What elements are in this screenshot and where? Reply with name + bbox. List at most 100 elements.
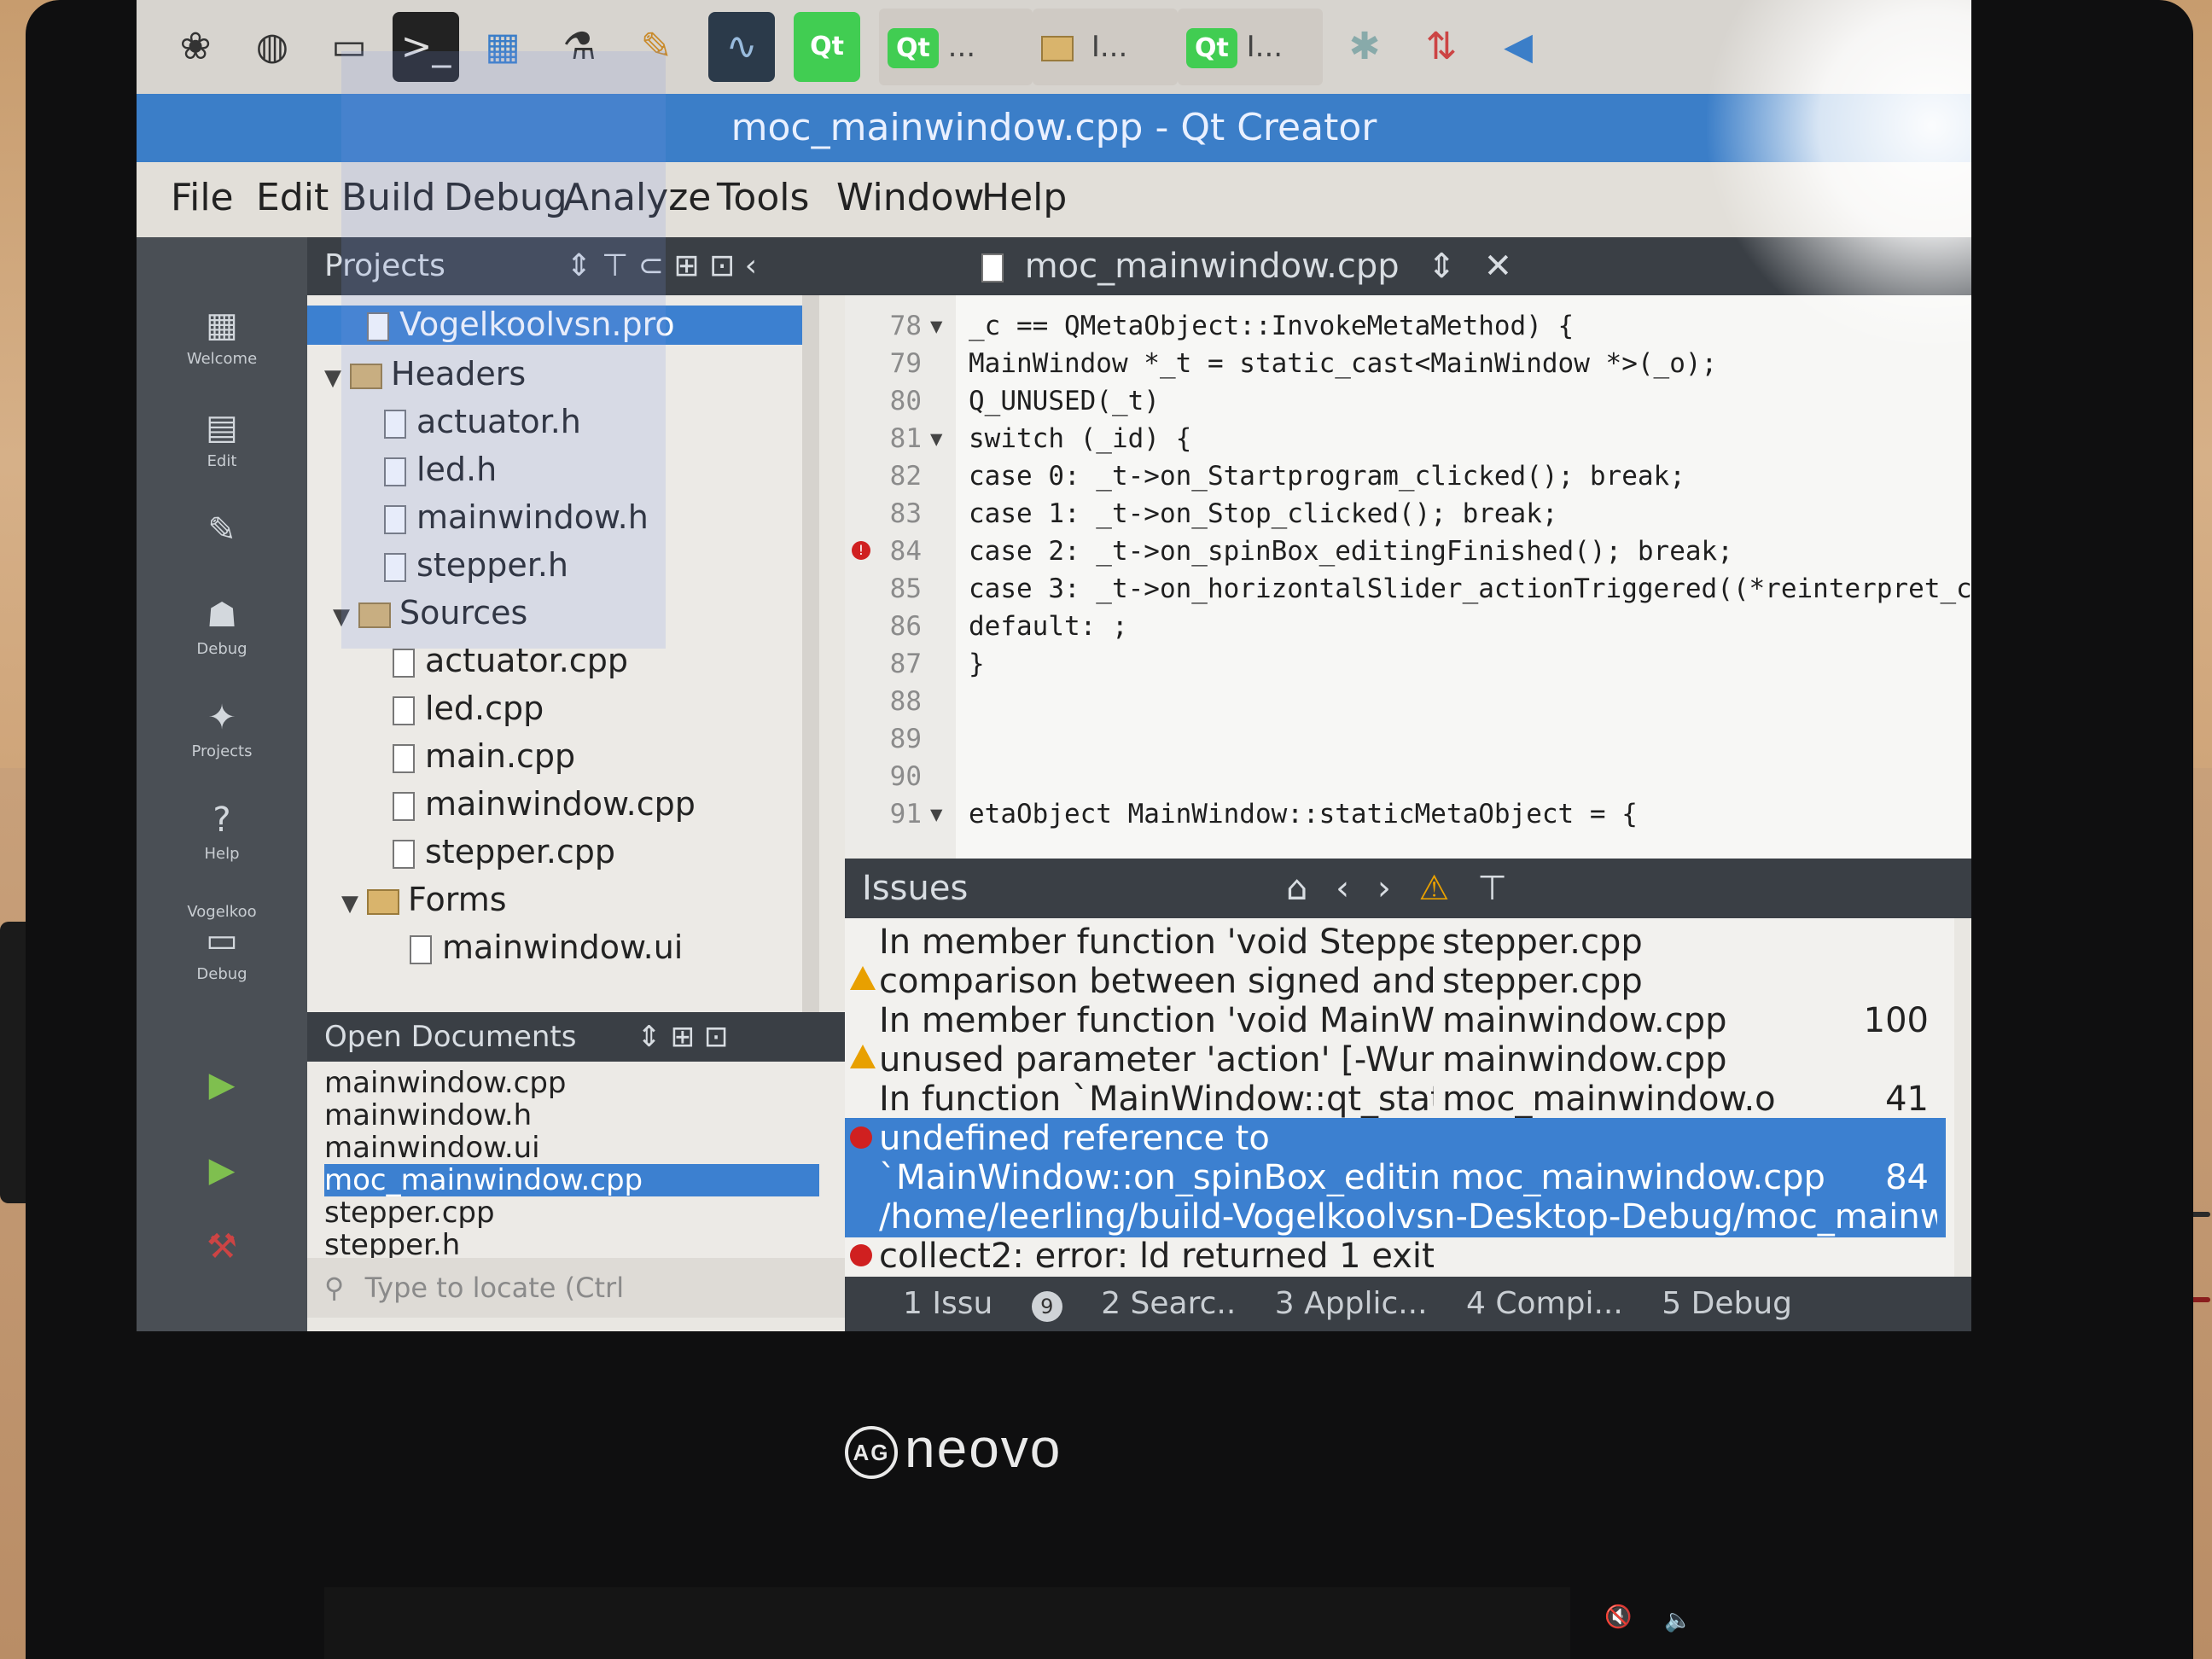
menu-help[interactable]: Help (981, 176, 1067, 219)
menu-debug[interactable]: Debug (444, 176, 568, 219)
code-line[interactable]: 82 case 0: _t->on_Startprogram_clicked();… (845, 457, 1971, 495)
tree-file[interactable]: actuator.cpp (393, 642, 628, 679)
project-root[interactable]: Vogelkoolvsn.pro (307, 306, 802, 345)
menu-edit[interactable]: Edit (256, 176, 329, 219)
tree-file[interactable]: stepper.h (384, 546, 568, 584)
menu-tools[interactable]: Tools (717, 176, 809, 219)
run-button[interactable]: ▶ (171, 1065, 273, 1109)
tree-file[interactable]: stepper.cpp (393, 833, 615, 870)
issue-row[interactable]: `MainWindow::on_spinBox_editingFinished(… (845, 1157, 1946, 1198)
close-icon[interactable]: ✕ (1484, 247, 1513, 286)
code-line[interactable]: ! 84 case 2: _t->on_spinBox_editingFinishe… (845, 533, 1971, 570)
code-line[interactable]: 79 MainWindow *_t = static_cast<MainWindo… (845, 345, 1971, 382)
qt-creator-task[interactable]: Qt ... (879, 9, 1033, 85)
menu-build[interactable]: Build (341, 176, 435, 219)
clean-icon[interactable]: ⌂ (1286, 869, 1307, 908)
open-document[interactable]: mainwindow.h (324, 1099, 819, 1132)
file-manager-icon[interactable]: ▭ (316, 12, 382, 82)
code-line[interactable]: 83 case 1: _t->on_Stop_clicked(); break; (845, 495, 1971, 533)
debug-run-button[interactable]: ▶ (171, 1150, 273, 1195)
bluetooth-icon[interactable]: ✱ (1331, 12, 1398, 82)
open-document-selected[interactable]: moc_mainwindow.cpp (324, 1164, 819, 1196)
qt-task-2[interactable]: Qt I... (1178, 9, 1323, 85)
build-button[interactable]: ⚒ (171, 1227, 273, 1272)
tree-file[interactable]: actuator.h (384, 403, 581, 440)
issue-row[interactable]: In member function 'void MainWindomainwi… (845, 1000, 1946, 1041)
mode-design[interactable]: ✎ (171, 510, 273, 555)
code-line[interactable]: 86 default: ; (845, 608, 1971, 645)
code-line[interactable]: 85 case 3: _t->on_horizontalSlider_action… (845, 570, 1971, 608)
issue-row[interactable]: unused parameter 'action' [-Wunusedmainw… (845, 1039, 1946, 1080)
filter-icon[interactable]: ⇕ ⊤ ⊂ ⊞ ⊡ ‹ (566, 248, 757, 283)
network-icon[interactable]: ⇅ (1408, 12, 1475, 82)
locator-input[interactable]: ⚲ Type to locate (Ctrl (307, 1258, 845, 1318)
code-line[interactable]: 88 (845, 683, 1971, 720)
mode-help[interactable]: ? Help (171, 800, 273, 863)
kit-selector[interactable]: Vogelkoo ▭ Debug (171, 903, 273, 983)
open-document[interactable]: mainwindow.cpp (324, 1067, 819, 1099)
code-line[interactable]: 78 ▼ _c == QMetaObject::InvokeMetaMethod) … (845, 307, 1971, 345)
open-document[interactable]: stepper.cpp (324, 1196, 819, 1229)
chart-tool-icon[interactable]: ∿ (708, 12, 775, 82)
issue-row[interactable]: In member function 'void Stepper::mostep… (845, 922, 1946, 963)
output-tab-compile[interactable]: 4 Compi... (1466, 1286, 1623, 1321)
calculator-icon[interactable]: ▦ (469, 12, 536, 82)
tree-folder-sources[interactable]: ▼ Sources (333, 594, 527, 632)
file-manager-task[interactable]: I... (1033, 9, 1178, 85)
code-line[interactable]: 91 ▼ etaObject MainWindow::staticMetaObjec… (845, 795, 1971, 833)
scrollbar[interactable] (802, 295, 819, 1012)
tree-file[interactable]: led.cpp (393, 690, 544, 727)
issue-row[interactable]: collect2: error: ld returned 1 exit stat… (845, 1236, 1946, 1277)
code-line[interactable]: 89 (845, 720, 1971, 758)
issue-row[interactable]: undefined reference to (845, 1118, 1946, 1159)
fold-icon[interactable]: ▼ (930, 420, 942, 457)
code-line[interactable]: 90 (845, 758, 1971, 795)
tree-file[interactable]: mainwindow.h (384, 498, 649, 536)
output-tab-search[interactable]: 2 Searc.. (1101, 1286, 1236, 1321)
code-line[interactable]: 81 ▼ switch (_id) { (845, 420, 1971, 457)
output-tab-issues[interactable]: 1 Issu 9 (874, 1286, 1062, 1322)
error-marker-icon[interactable]: ! (852, 541, 870, 560)
mode-debug[interactable]: ☗ Debug (171, 596, 273, 658)
code-line[interactable]: 80 Q_UNUSED(_t) (845, 382, 1971, 420)
next-icon[interactable]: › (1377, 869, 1391, 908)
prev-icon[interactable]: ‹ (1336, 869, 1349, 908)
issue-row[interactable]: In function `MainWindow::qt_static_nmoc_… (845, 1079, 1946, 1120)
menu-file[interactable]: File (171, 176, 234, 219)
terminal-icon[interactable]: >_ (393, 12, 459, 82)
browser-icon[interactable]: ◍ (239, 12, 306, 82)
code-line[interactable]: 87} (845, 645, 1971, 683)
open-document[interactable]: mainwindow.ui (324, 1132, 819, 1164)
issue-row[interactable]: /home/leerling/build-Vogelkoolvsn-Deskto… (845, 1196, 1946, 1237)
fold-icon[interactable]: ▼ (930, 795, 942, 833)
filter-icon[interactable]: ⊤ (1477, 869, 1507, 908)
tree-folder-headers[interactable]: ▼ Headers (324, 355, 526, 393)
qt-icon[interactable]: Qt (794, 12, 860, 82)
mode-edit[interactable]: ▤ Edit (171, 408, 273, 470)
menu-window[interactable]: Window (836, 176, 985, 219)
volume-tray-icon[interactable]: ◀ (1485, 12, 1551, 82)
menu-analyze[interactable]: Analyze (563, 176, 711, 219)
warning-filter-icon[interactable]: ⚠ (1419, 869, 1450, 908)
chevron-down-icon[interactable]: ⇕ (1427, 247, 1456, 286)
editor-file-tab[interactable]: moc_mainwindow.cpp (1025, 247, 1400, 286)
tree-folder-forms[interactable]: ▼ Forms (341, 881, 507, 918)
raspberry-menu-icon[interactable]: ❀ (162, 12, 229, 82)
output-tab-debug[interactable]: 5 Debug (1662, 1286, 1792, 1321)
output-tab-application[interactable]: 3 Applic... (1275, 1286, 1428, 1321)
split-icon[interactable]: ⇕ ⊞ ⊡ (637, 1020, 728, 1054)
tree-file[interactable]: led.h (384, 451, 497, 488)
volume-icon[interactable]: 🔈 (1664, 1608, 1693, 1633)
mode-projects[interactable]: ✦ Projects (171, 698, 273, 760)
code-editor[interactable]: 78 ▼ _c == QMetaObject::InvokeMetaMethod) … (845, 295, 1971, 859)
tree-file[interactable]: main.cpp (393, 737, 575, 775)
fold-icon[interactable]: ▼ (930, 307, 942, 345)
math-icon[interactable]: ⚗ (546, 12, 613, 82)
tree-file[interactable]: mainwindow.ui (410, 928, 683, 966)
tree-file[interactable]: mainwindow.cpp (393, 785, 696, 823)
mute-icon[interactable]: 🔇 (1604, 1604, 1633, 1630)
pencil-icon[interactable]: ✎ (623, 12, 690, 82)
open-document[interactable]: stepper.h (324, 1229, 819, 1261)
issue-row[interactable]: comparison between signed and unsstepper… (845, 961, 1946, 1002)
mode-welcome[interactable]: ▦ Welcome (171, 306, 273, 368)
